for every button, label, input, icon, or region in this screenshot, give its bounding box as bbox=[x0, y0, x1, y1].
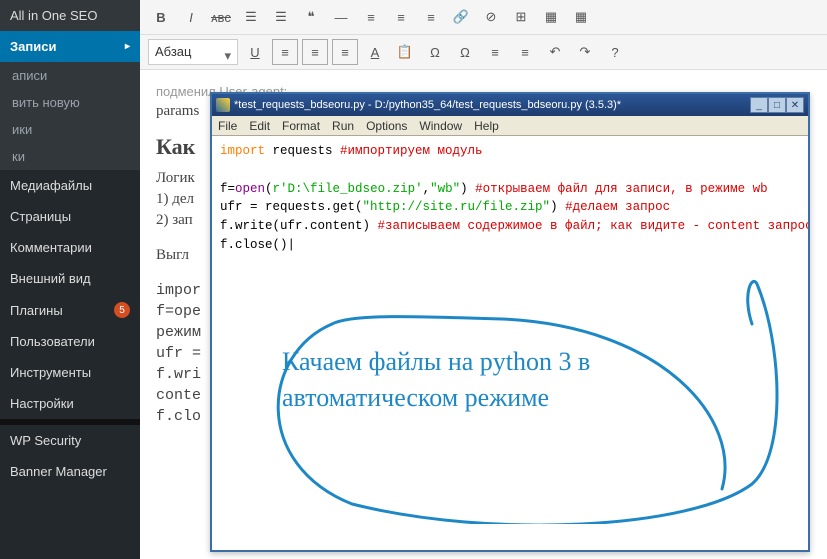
sidebar-sub-item[interactable]: ки bbox=[0, 143, 140, 170]
menu-run[interactable]: Run bbox=[332, 119, 354, 133]
kitchen-sink-button[interactable]: ▦ bbox=[568, 4, 594, 30]
link-button[interactable]: 🔗 bbox=[448, 4, 474, 30]
chevron-right-icon: ▸ bbox=[125, 41, 130, 52]
sidebar-item-banner[interactable]: Banner Manager bbox=[0, 456, 140, 487]
sidebar-item-comments[interactable]: Комментарии bbox=[0, 232, 140, 263]
indent-button[interactable]: ≡ bbox=[512, 39, 538, 65]
undo-button[interactable]: ↶ bbox=[542, 39, 568, 65]
menu-options[interactable]: Options bbox=[366, 119, 407, 133]
more-button[interactable]: ⊞ bbox=[508, 4, 534, 30]
sidebar-item-users[interactable]: Пользователи bbox=[0, 326, 140, 357]
minimize-button[interactable]: _ bbox=[750, 97, 768, 113]
sidebar-sub-item[interactable]: ики bbox=[0, 116, 140, 143]
maximize-button[interactable]: □ bbox=[768, 97, 786, 113]
sidebar-item-plugins[interactable]: Плагины 5 bbox=[0, 294, 140, 326]
sidebar-item-label: Записи bbox=[10, 39, 56, 54]
underline-button[interactable]: U bbox=[242, 39, 268, 65]
textcolor-button[interactable]: A bbox=[362, 39, 388, 65]
window-title: *test_requests_bdseoru.py - D:/python35_… bbox=[234, 99, 746, 111]
help-button[interactable]: ? bbox=[602, 39, 628, 65]
charmap-button[interactable]: Ω bbox=[452, 39, 478, 65]
align-left-button[interactable]: ≡ bbox=[358, 4, 384, 30]
code-button[interactable]: — bbox=[328, 4, 354, 30]
quote-button[interactable]: ❝ bbox=[298, 4, 324, 30]
idle-menubar: File Edit Format Run Options Window Help bbox=[212, 116, 808, 136]
menu-edit[interactable]: Edit bbox=[249, 119, 270, 133]
outdent-button[interactable]: ≡ bbox=[482, 39, 508, 65]
justify-full-button[interactable]: ≡ bbox=[332, 39, 358, 65]
close-button[interactable]: ✕ bbox=[786, 97, 804, 113]
menu-format[interactable]: Format bbox=[282, 119, 320, 133]
editor-toolbar-1: B I ᴀʙᴄ ☰ ☰ ❝ — ≡ ≡ ≡ 🔗 ⊘ ⊞ ▦ ▦ bbox=[140, 0, 827, 35]
wp-admin-sidebar: All in One SEO Записи ▸ аписи вить новую… bbox=[0, 0, 140, 559]
menu-window[interactable]: Window bbox=[419, 119, 462, 133]
update-badge: 5 bbox=[114, 302, 130, 318]
sidebar-item-aioseo[interactable]: All in One SEO bbox=[0, 0, 140, 31]
sidebar-item-appearance[interactable]: Внешний вид bbox=[0, 263, 140, 294]
redo-button[interactable]: ↷ bbox=[572, 39, 598, 65]
sidebar-item-wpsecurity[interactable]: WP Security bbox=[0, 425, 140, 456]
strike-button[interactable]: ᴀʙᴄ bbox=[208, 4, 234, 30]
align-right-button[interactable]: ≡ bbox=[418, 4, 444, 30]
menu-help[interactable]: Help bbox=[474, 119, 499, 133]
sidebar-item-settings[interactable]: Настройки bbox=[0, 388, 140, 419]
sidebar-item-label: Плагины bbox=[10, 303, 63, 318]
clear-button[interactable]: Ω bbox=[422, 39, 448, 65]
ol-button[interactable]: ☰ bbox=[268, 4, 294, 30]
paste-button[interactable]: 📋 bbox=[392, 39, 418, 65]
sidebar-item-posts[interactable]: Записи ▸ bbox=[0, 31, 140, 62]
sidebar-submenu: аписи вить новую ики ки bbox=[0, 62, 140, 170]
justify-center-button[interactable]: ≡ bbox=[302, 39, 328, 65]
italic-button[interactable]: I bbox=[178, 4, 204, 30]
table-button[interactable]: ▦ bbox=[538, 4, 564, 30]
python-icon bbox=[216, 98, 230, 112]
idle-editor-window[interactable]: *test_requests_bdseoru.py - D:/python35_… bbox=[210, 92, 810, 552]
align-center-button[interactable]: ≡ bbox=[388, 4, 414, 30]
ul-button[interactable]: ☰ bbox=[238, 4, 264, 30]
sidebar-item-media[interactable]: Медиафайлы bbox=[0, 170, 140, 201]
bold-button[interactable]: B bbox=[148, 4, 174, 30]
menu-file[interactable]: File bbox=[218, 119, 237, 133]
justify-left-button[interactable]: ≡ bbox=[272, 39, 298, 65]
editor-toolbar-2: Абзац U ≡ ≡ ≡ A 📋 Ω Ω ≡ ≡ ↶ ↷ ? bbox=[140, 35, 827, 70]
format-select[interactable]: Абзац bbox=[148, 39, 238, 65]
sidebar-sub-item[interactable]: вить новую bbox=[0, 89, 140, 116]
unlink-button[interactable]: ⊘ bbox=[478, 4, 504, 30]
idle-titlebar[interactable]: *test_requests_bdseoru.py - D:/python35_… bbox=[212, 94, 808, 116]
idle-code-area[interactable]: import requests #импортируем модуль f=op… bbox=[212, 136, 808, 550]
sidebar-item-pages[interactable]: Страницы bbox=[0, 201, 140, 232]
sidebar-item-tools[interactable]: Инструменты bbox=[0, 357, 140, 388]
sidebar-sub-item[interactable]: аписи bbox=[0, 62, 140, 89]
